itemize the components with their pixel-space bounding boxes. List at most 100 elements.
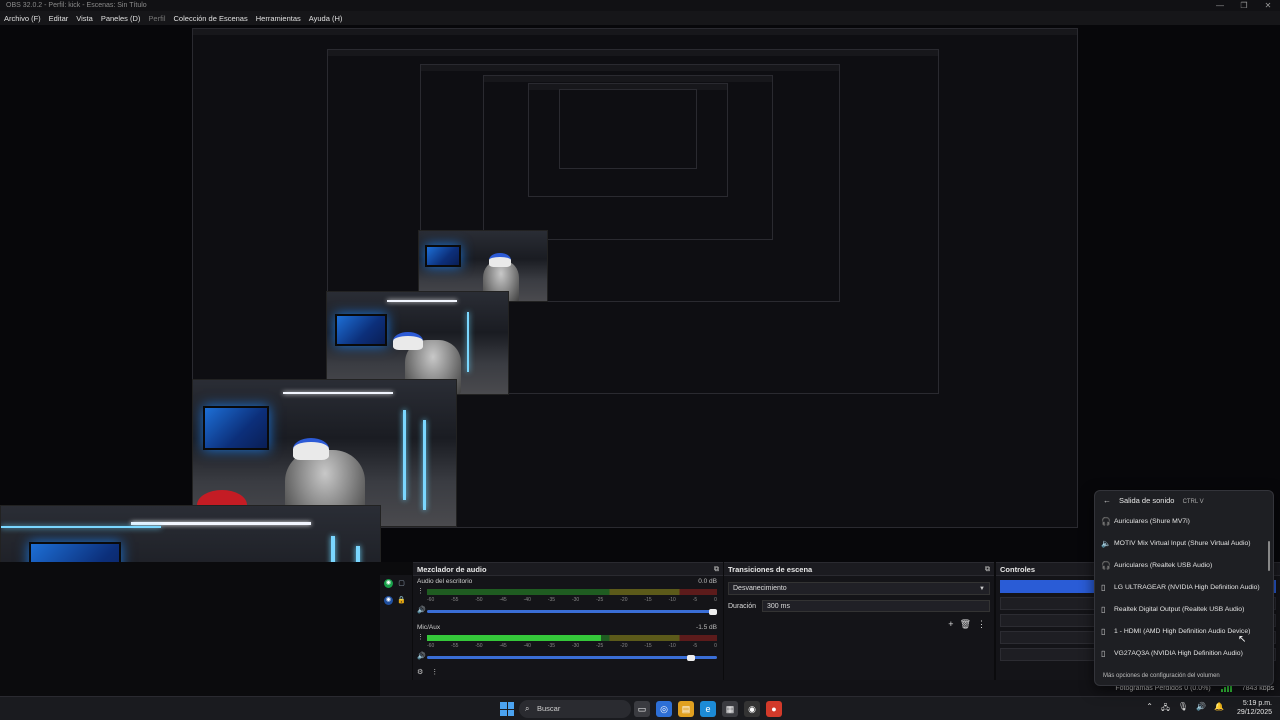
flyout-header: ← Salida de sonido CTRL V xyxy=(1095,491,1273,511)
meter-tick-label: -40 xyxy=(523,597,531,603)
volume-slider[interactable] xyxy=(427,654,717,661)
preview-canvas[interactable] xyxy=(0,25,1280,562)
menu-help[interactable]: Ayuda (H) xyxy=(309,14,343,23)
volume-slider-knob[interactable] xyxy=(687,654,695,661)
duration-label: Duración xyxy=(728,602,757,610)
copilot-icon[interactable]: ◎ xyxy=(656,701,672,717)
sound-device-item[interactable]: 🎧 Auriculares (Realtek USB Audio) xyxy=(1095,555,1273,577)
remove-transition-icon[interactable]: 🗑 xyxy=(960,619,971,630)
meter-tick-label: -25 xyxy=(596,597,604,603)
source-row[interactable]: ◉ 🔒 xyxy=(380,592,412,609)
obs-icon[interactable]: ◉ xyxy=(744,701,760,717)
headphones-icon: 🎧 xyxy=(1101,561,1111,570)
chevron-down-icon: ▼ xyxy=(979,586,985,592)
menu-edit[interactable]: Editar xyxy=(49,14,69,23)
taskbar-clock[interactable]: 5:19 p.m. 29/12/2025 xyxy=(1237,699,1272,717)
obs-window: OBS 32.0.2 - Perfil: kick - Escenas: Sin… xyxy=(0,0,1280,720)
taskbar: ⌕ Buscar ▭ ◎ ▤ e ▦ ◉ ● ⌃ 🖧 🎙 🔊 🔔 5:19 p.… xyxy=(0,696,1280,720)
visibility-eye-icon[interactable]: ◉ xyxy=(384,596,393,605)
menu-file[interactable]: Archivo (F) xyxy=(4,14,41,23)
file-explorer-icon[interactable]: ▤ xyxy=(678,701,694,717)
menu-profile[interactable]: Perfil xyxy=(148,14,165,23)
duration-row: Duración 300 ms xyxy=(728,600,990,612)
headphones-icon: 🎧 xyxy=(1101,517,1111,526)
monitor-speaker-icon: ▯ xyxy=(1101,649,1106,658)
system-tray: ⌃ 🖧 🎙 🔊 🔔 xyxy=(1146,702,1224,716)
minimize-button[interactable]: — xyxy=(1208,0,1232,11)
speaker-icon[interactable]: 🔊 xyxy=(417,606,426,614)
menu-docks[interactable]: Paneles (D) xyxy=(101,14,141,23)
volume-meter xyxy=(427,589,717,595)
menu-scene-collection[interactable]: Colección de Escenas xyxy=(174,14,248,23)
menu-tools[interactable]: Herramientas xyxy=(256,14,301,23)
flyout-scrollbar[interactable] xyxy=(1268,541,1270,571)
dock-float-icon[interactable]: ⧉ xyxy=(985,563,990,576)
meter-scale: -60 -55 -50 -45 -40 -35 -30 -25 -20 -15 -10 -5 0 xyxy=(427,597,717,603)
chrome-icon[interactable]: ● xyxy=(766,701,782,717)
lock-icon[interactable]: 🔒 xyxy=(397,596,406,605)
monitor-speaker-icon: ▯ xyxy=(1101,583,1106,592)
more-volume-options-link[interactable]: Más opciones de configuración del volume… xyxy=(1103,673,1220,679)
sound-device-item[interactable]: 🎧 Auriculares (Shure MV7i) xyxy=(1095,511,1273,533)
visibility-eye-icon[interactable]: ◉ xyxy=(384,579,393,588)
meter-tick-label: -55 xyxy=(451,643,459,649)
microphone-icon[interactable]: 🎙 xyxy=(1178,702,1188,716)
transition-menu-icon[interactable]: ⋮ xyxy=(977,619,986,630)
title-bar: OBS 32.0.2 - Perfil: kick - Escenas: Sin… xyxy=(0,0,1280,11)
mixer-channel-mic: Mic/Aux -1.5 dB ⋮ -60 -55 -50 -45 -40 -35 -30-… xyxy=(413,622,723,668)
transition-select[interactable]: Desvanecimiento ▼ xyxy=(728,582,990,595)
notification-icon[interactable]: 🔔 xyxy=(1214,702,1224,716)
nested-capture-level-4 xyxy=(483,75,773,240)
chevron-up-icon[interactable]: ⌃ xyxy=(1146,702,1153,716)
sound-device-item[interactable]: ▯ VG27AQ3A (NVIDIA High Definition Audio) xyxy=(1095,643,1273,665)
menu-view[interactable]: Vista xyxy=(76,14,93,23)
duration-spinbox[interactable]: 300 ms xyxy=(762,600,990,612)
meter-tick-label: -20 xyxy=(620,597,628,603)
sound-device-item[interactable]: 🔈 MOTIV Mix Virtual Input (Shure Virtual … xyxy=(1095,533,1273,555)
meter-tick-label: -60 xyxy=(427,643,435,649)
edge-icon[interactable]: e xyxy=(700,701,716,717)
meter-tick-label: -35 xyxy=(547,643,556,649)
webcam-capture-main xyxy=(0,505,381,562)
speaker-icon: 🔈 xyxy=(1101,539,1111,548)
meter-tick-label: -30 xyxy=(571,597,580,603)
volume-icon[interactable]: 🔊 xyxy=(1196,702,1206,716)
dock-float-icon[interactable]: ⧉ xyxy=(714,563,719,576)
add-transition-icon[interactable]: + xyxy=(948,619,953,630)
volume-slider-knob[interactable] xyxy=(709,608,717,615)
meter-tick-label: -55 xyxy=(451,597,459,603)
audio-mixer-dock: Mezclador de audio ⧉ Audio del escritori… xyxy=(413,562,723,680)
clock-time: 5:19 p.m. xyxy=(1242,700,1272,707)
volume-slider[interactable] xyxy=(427,608,717,615)
network-icon[interactable]: 🖧 xyxy=(1161,702,1170,716)
channel-menu-icon[interactable]: ⋮ xyxy=(417,587,424,595)
back-arrow-icon[interactable]: ← xyxy=(1103,491,1111,511)
meter-tick-label: -35 xyxy=(547,597,556,603)
source-row[interactable]: ◉ ▢ xyxy=(380,575,412,592)
sound-device-item[interactable]: ▯ LG ULTRAGEAR (NVIDIA High Definition Au… xyxy=(1095,577,1273,599)
unlock-icon[interactable]: ▢ xyxy=(397,579,406,588)
nested-capture-level-6 xyxy=(559,89,697,169)
window-title: OBS 32.0.2 - Perfil: kick - Escenas: Sin… xyxy=(6,2,147,9)
meter-tick-label: -15 xyxy=(644,643,652,649)
scene-transitions-dock: Transiciones de escena ⧉ Desvanecimiento… xyxy=(724,562,994,680)
sound-device-item[interactable]: ▯ Realtek Digital Output (Realtek USB Aud… xyxy=(1095,599,1273,621)
monitor-speaker-icon: ▯ xyxy=(1101,627,1106,636)
close-button[interactable]: ✕ xyxy=(1256,0,1280,11)
meter-scale: -60 -55 -50 -45 -40 -35 -30 -25 -20 -15 -10 -5 0 xyxy=(427,643,717,649)
speaker-icon[interactable]: 🔊 xyxy=(417,652,426,660)
task-view-icon[interactable]: ▭ xyxy=(634,701,650,717)
meter-tick-label: -15 xyxy=(644,597,652,603)
channel-name: Mic/Aux xyxy=(417,624,441,631)
meter-tick-label: -10 xyxy=(668,643,676,649)
channel-name: Audio del escritorio xyxy=(417,578,473,585)
mixer-menu-icon[interactable]: ⋮ xyxy=(431,668,438,676)
channel-menu-icon[interactable]: ⋮ xyxy=(417,633,424,641)
store-icon[interactable]: ▦ xyxy=(722,701,738,717)
maximize-button[interactable]: ❐ xyxy=(1232,0,1256,11)
windows-start-icon[interactable] xyxy=(500,702,514,716)
audio-mixer-header: Mezclador de audio ⧉ xyxy=(413,563,723,576)
keyboard-shortcut: CTRL V xyxy=(1182,499,1204,505)
taskbar-search[interactable]: ⌕ Buscar xyxy=(519,700,631,718)
advanced-audio-icon[interactable]: ⚙ xyxy=(417,668,423,676)
